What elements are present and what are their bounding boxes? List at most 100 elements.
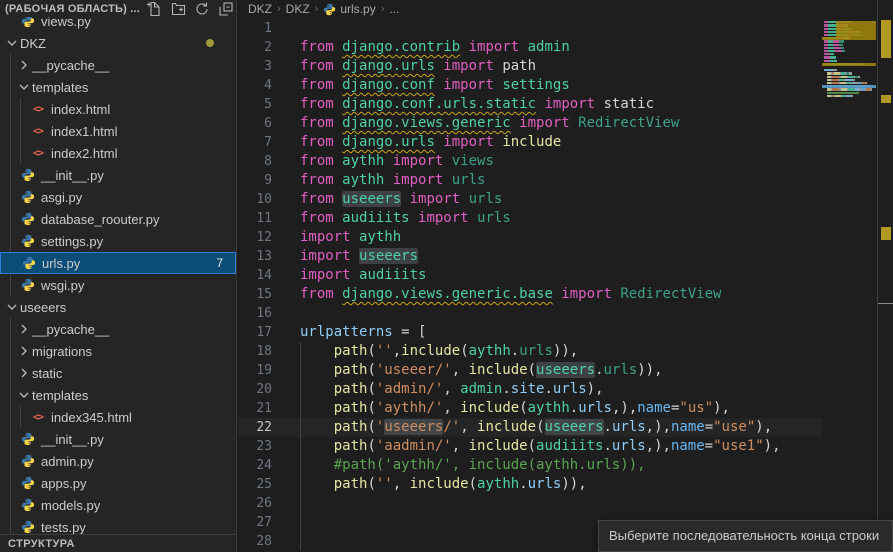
minimap-current-line <box>822 85 876 88</box>
refresh-icon[interactable] <box>194 1 210 17</box>
tree-item-urls-py[interactable]: urls.py7 <box>0 252 236 274</box>
tree-item--pycache-[interactable]: __pycache__ <box>0 318 236 340</box>
code-line-17[interactable]: 17urlpatterns = [ <box>238 323 822 342</box>
tree-item-asgi-py[interactable]: asgi.py <box>0 186 236 208</box>
ruler-warning-mark <box>881 20 891 58</box>
tree-item-apps-py[interactable]: apps.py <box>0 472 236 494</box>
python-file-icon <box>20 475 36 491</box>
minimap-line <box>824 72 876 74</box>
line-number: 7 <box>238 133 272 152</box>
code-line-22[interactable]: 22 path('useeers/', include(useeers.urls… <box>238 418 822 437</box>
code-line-16[interactable]: 16 <box>238 304 822 323</box>
collapse-all-icon[interactable] <box>218 1 234 17</box>
line-number: 27 <box>238 513 272 532</box>
minimap-line <box>824 18 876 20</box>
tree-item--init-py[interactable]: __init__.py <box>0 164 236 186</box>
chevron-down-icon <box>16 387 32 403</box>
code-text: from django.views.generic import Redirec… <box>300 114 679 133</box>
tree-item-admin-py[interactable]: admin.py <box>0 450 236 472</box>
new-file-icon[interactable] <box>146 1 162 17</box>
minimap-line <box>824 76 876 78</box>
code-line-10[interactable]: 10from useeers import urls <box>238 190 822 209</box>
tree-item--init-py[interactable]: __init__.py <box>0 428 236 450</box>
tree-item-models-py[interactable]: models.py <box>0 494 236 516</box>
folder-modified-dot <box>206 39 214 47</box>
tree-item-tests-py[interactable]: tests.py <box>0 516 236 535</box>
code-line-5[interactable]: 5from django.conf.urls.static import sta… <box>238 95 822 114</box>
code-line-12[interactable]: 12import aythh <box>238 228 822 247</box>
line-number: 3 <box>238 57 272 76</box>
tree-item-dkz[interactable]: DKZ <box>0 32 236 54</box>
code-line-21[interactable]: 21 path('aythh/', include(aythh.urls,),n… <box>238 399 822 418</box>
explorer-header: (РАБОЧАЯ ОБЛАСТЬ) ... <box>0 0 236 17</box>
vscode-window: views.pyDKZ__pycache__templates<>index.h… <box>0 0 893 552</box>
line-number: 2 <box>238 38 272 57</box>
python-file-icon <box>20 233 36 249</box>
minimap-line <box>824 66 876 68</box>
code-line-18[interactable]: 18 path('',include(aythh.urls)), <box>238 342 822 361</box>
minimap-line <box>824 53 876 55</box>
minimap-line <box>824 95 876 97</box>
code-line-23[interactable]: 23 path('aadmin/', include(audiiits.urls… <box>238 437 822 456</box>
tree-item-settings-py[interactable]: settings.py <box>0 230 236 252</box>
tree-item-index1-html[interactable]: <>index1.html <box>0 120 236 142</box>
tree-item-index345-html[interactable]: <>index345.html <box>0 406 236 428</box>
code-line-1[interactable]: 1 <box>238 19 822 38</box>
code-text: import audiiits <box>300 266 426 285</box>
tree-item-templates[interactable]: templates <box>0 384 236 406</box>
code-line-19[interactable]: 19 path('useeer/', include(useeers.urls)… <box>238 361 822 380</box>
tree-item-index-html[interactable]: <>index.html <box>0 98 236 120</box>
code-line-25[interactable]: 25 path('', include(aythh.urls)), <box>238 475 822 494</box>
code-line-20[interactable]: 20 path('admin/', admin.site.urls), <box>238 380 822 399</box>
line-number: 22 <box>238 418 272 437</box>
tree-item-index2-html[interactable]: <>index2.html <box>0 142 236 164</box>
code-line-15[interactable]: 15from django.views.generic.base import … <box>238 285 822 304</box>
explorer-actions <box>146 1 234 17</box>
code-line-26[interactable]: 26 <box>238 494 822 513</box>
code-line-8[interactable]: 8from aythh import views <box>238 152 822 171</box>
code-area[interactable]: 12 from django.contrib import admin 3 from … <box>238 0 822 552</box>
code-line-9[interactable]: 9from aythh import urls <box>238 171 822 190</box>
code-line-7[interactable]: 7 from django.urls import include <box>238 133 822 152</box>
code-line-6[interactable]: 6from django.views.generic import Redire… <box>238 114 822 133</box>
code-line-2[interactable]: 2 from django.contrib import admin <box>238 38 822 57</box>
editor-pane: DKZ›DKZ›urls.py›... 12from django.contri… <box>238 0 893 552</box>
minimap-line <box>824 56 876 58</box>
minimap-line <box>824 98 876 100</box>
code-text: from aythh import urls <box>300 171 485 190</box>
code-text: from django.contrib import admin <box>300 38 570 57</box>
code-line-3[interactable]: 3 from django.urls import path <box>238 57 822 76</box>
workspace-title: (РАБОЧАЯ ОБЛАСТЬ) ... <box>0 3 140 15</box>
minimap-line <box>824 104 876 106</box>
line-number: 18 <box>238 342 272 361</box>
tree-item-label: tests.py <box>41 520 86 535</box>
code-text: from django.urls import include <box>300 133 561 152</box>
tree-item-templates[interactable]: templates <box>0 76 236 98</box>
tree-item-useeers[interactable]: useeers <box>0 296 236 318</box>
tree-item-database-roouter-py[interactable]: database_roouter.py <box>0 208 236 230</box>
line-number: 28 <box>238 532 272 551</box>
tree-item-static[interactable]: static <box>0 362 236 384</box>
line-number: 19 <box>238 361 272 380</box>
minimap-line <box>824 44 876 46</box>
file-tree: views.pyDKZ__pycache__templates<>index.h… <box>0 0 236 535</box>
code-text: import aythh <box>300 228 401 247</box>
code-text: from django.urls import path <box>300 57 536 76</box>
code-line-4[interactable]: 4from django.conf import settings <box>238 76 822 95</box>
code-line-11[interactable]: 11from audiiits import urls <box>238 209 822 228</box>
line-number: 10 <box>238 190 272 209</box>
code-line-13[interactable]: 13import useeers <box>238 247 822 266</box>
new-folder-icon[interactable] <box>170 1 186 17</box>
code-line-14[interactable]: 14import audiiits <box>238 266 822 285</box>
tree-item--pycache-[interactable]: __pycache__ <box>0 54 236 76</box>
line-number: 16 <box>238 304 272 323</box>
overview-ruler-scrollbar[interactable] <box>877 0 893 552</box>
code-text: from audiiits import urls <box>300 209 511 228</box>
code-line-24[interactable]: 24 #path('aythh/', include(aythh.urls)), <box>238 456 822 475</box>
tree-item-label: asgi.py <box>41 190 82 205</box>
outline-section-header[interactable]: СТРУКТУРА <box>0 534 236 552</box>
tree-item-migrations[interactable]: migrations <box>0 340 236 362</box>
tree-item-wsgi-py[interactable]: wsgi.py <box>0 274 236 296</box>
line-number: 13 <box>238 247 272 266</box>
minimap[interactable] <box>822 18 876 318</box>
